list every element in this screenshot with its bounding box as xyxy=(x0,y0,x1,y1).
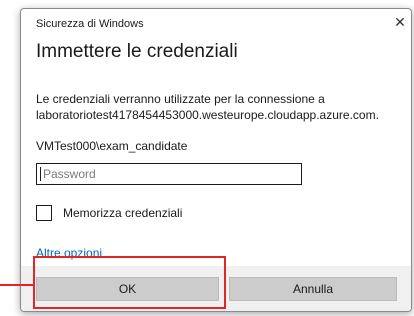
remember-credentials-checkbox[interactable] xyxy=(36,205,52,221)
text-cursor xyxy=(40,167,41,181)
credentials-dialog: Sicurezza di Windows ✕ Immettere le cred… xyxy=(20,8,412,312)
dialog-header: Sicurezza di Windows xyxy=(36,18,144,30)
description-line-1: Le credenziali verranno utilizzate per l… xyxy=(36,92,325,106)
username-label: VMTest000\exam_candidate xyxy=(36,139,188,153)
dialog-title: Immettere le credenziali xyxy=(36,41,238,62)
remember-credentials-label: Memorizza credenziali xyxy=(63,206,183,220)
dialog-footer: OK Annulla xyxy=(21,266,411,311)
close-icon[interactable]: ✕ xyxy=(393,15,407,29)
cancel-button[interactable]: Annulla xyxy=(229,277,397,301)
more-options-link[interactable]: Altre opzioni xyxy=(36,246,102,260)
remember-credentials-option[interactable]: Memorizza credenziali xyxy=(36,205,182,221)
description-line-2: laboratoriotest4178454453000.westeurope.… xyxy=(36,108,379,122)
dialog-description: Le credenziali verranno utilizzate per l… xyxy=(36,91,406,123)
password-field[interactable] xyxy=(36,163,302,185)
ok-button[interactable]: OK xyxy=(36,277,219,301)
